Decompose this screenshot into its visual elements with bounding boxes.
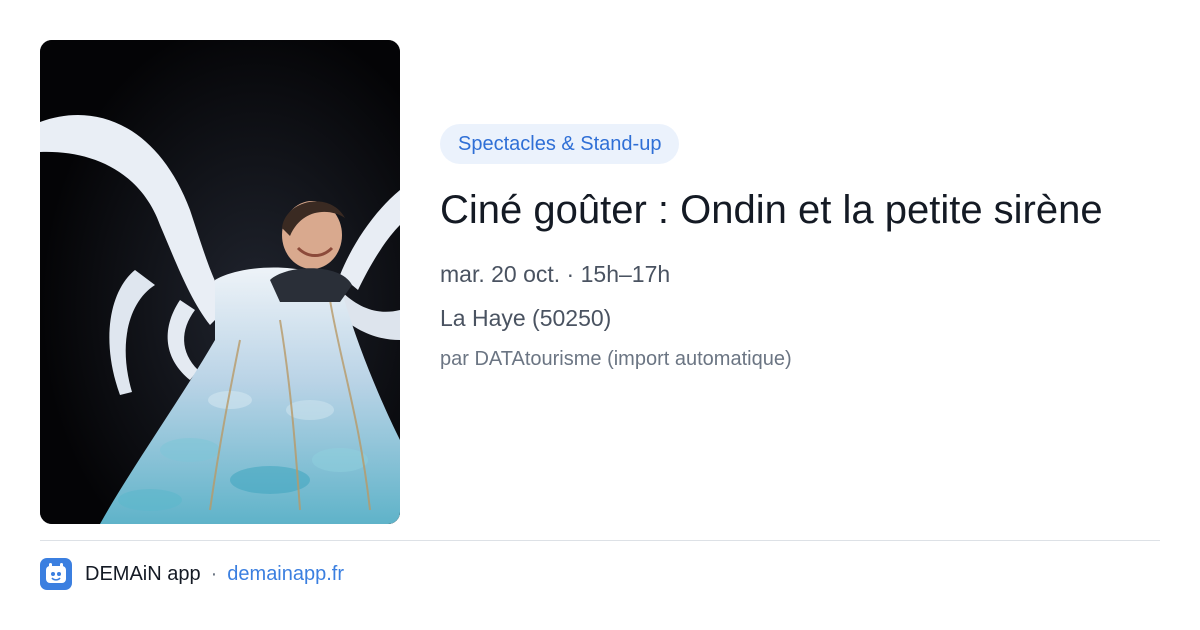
event-location: La Haye (50250) [440, 305, 612, 331]
footer-divider [40, 540, 1160, 541]
event-datetime: mar. 20 oct. · 15h–17h [440, 261, 671, 287]
site-link[interactable]: demainapp.fr [227, 563, 344, 586]
event-title[interactable]: Ciné goûter : Ondin et la petite sirène [440, 184, 1140, 237]
demain-app-logo-icon[interactable] [40, 558, 72, 590]
footer-separator: · [210, 562, 218, 585]
category-badge[interactable]: Spectacles & Stand-up [440, 124, 680, 164]
app-name[interactable]: DEMAiN app [85, 563, 201, 586]
event-details: Spectacles & Stand-up Ciné goûter : Ondi… [440, 124, 1160, 373]
event-source: par DATAtourisme (import automatique) [440, 348, 792, 370]
footer: DEMAiN app · demainapp.fr [40, 558, 344, 590]
share-card: Spectacles & Stand-up Ciné goûter : Ondi… [0, 0, 1200, 630]
event-photo [40, 40, 400, 524]
